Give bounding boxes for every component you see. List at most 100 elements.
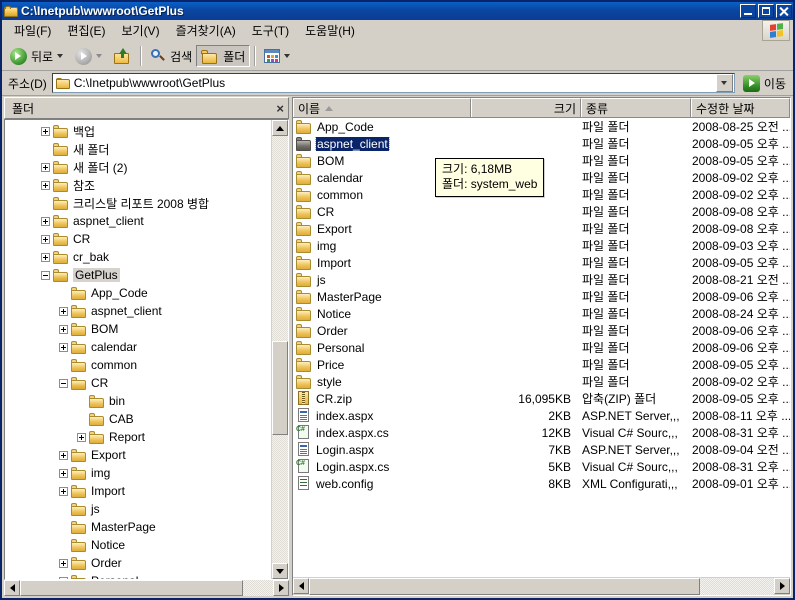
tree-item[interactable]: 백업 [5,122,271,140]
maximize-button[interactable] [758,4,774,18]
collapse-icon[interactable] [59,378,68,388]
menu-edit[interactable]: 편집(E) [59,20,113,41]
tree-item[interactable]: img [5,464,271,482]
table-row[interactable]: web.config 8KB XML Configurati,,, 2008-09-0… [293,475,790,492]
list-scroll-right-button[interactable] [774,578,790,594]
tree-item[interactable]: 참조 [5,176,271,194]
close-icon[interactable]: × [276,102,284,115]
tree-scroll-right-button[interactable] [273,580,289,596]
tree-item[interactable]: GetPlus [5,266,271,284]
table-row[interactable]: Price 파일 폴더 2008-09-05 오후 ... [293,356,790,373]
expand-icon[interactable] [59,450,68,460]
up-button[interactable] [110,45,136,67]
tree-horizontal-scrollbar[interactable] [4,580,289,596]
views-button[interactable] [260,45,298,67]
column-header-type[interactable]: 종류 [581,98,691,117]
expand-icon[interactable] [59,558,68,568]
tree-item[interactable]: Order [5,554,271,572]
table-row[interactable]: Login.aspx 7KB ASP.NET Server,,, 2008-09-04… [293,441,790,458]
tree-item[interactable]: 크리스탈 리포트 2008 병합 [5,194,271,212]
menu-tools[interactable]: 도구(T) [244,20,297,41]
address-input[interactable]: C:\Inetpub\wwwroot\GetPlus [51,73,735,93]
tree-item[interactable]: common [5,356,271,374]
table-row[interactable]: CR 파일 폴더 2008-09-08 오후 ... [293,203,790,220]
tree-item[interactable]: BOM [5,320,271,338]
expand-icon[interactable] [59,342,68,352]
list-scroll-left-button[interactable] [293,578,309,594]
forward-button[interactable] [71,45,110,67]
tree-item[interactable]: CR [5,374,271,392]
table-row[interactable]: CR.zip 16,095KB 압축(ZIP) 폴더 2008-09-05 오후 ..… [293,390,790,407]
column-header-name[interactable]: 이름 [293,98,471,117]
tree-item[interactable]: CAB [5,410,271,428]
tree-hscroll-thumb[interactable] [20,580,243,596]
expand-icon[interactable] [59,486,68,496]
table-row[interactable]: Login.aspx.cs 5KB Visual C# Sourc,,, 2008-0… [293,458,790,475]
expand-icon[interactable] [41,216,50,226]
tree-scroll-thumb[interactable] [272,340,288,435]
expand-icon[interactable] [41,234,50,244]
table-row[interactable]: Personal 파일 폴더 2008-09-06 오후 ... [293,339,790,356]
tree-item[interactable]: bin [5,392,271,410]
tree-scroll-down-button[interactable] [272,563,288,579]
tree-item[interactable]: Report [5,428,271,446]
menu-view[interactable]: 보기(V) [113,20,167,41]
views-dropdown-icon[interactable] [284,54,291,58]
folders-tree[interactable]: 백업 새 폴더 새 폴더 (2) 참조 크리스탈 리포트 2008 병합 aspnet_c… [5,120,271,579]
tree-item[interactable]: App_Code [5,284,271,302]
expand-icon[interactable] [41,126,50,136]
tree-item[interactable]: cr_bak [5,248,271,266]
expand-icon[interactable] [59,576,68,579]
tree-scroll-up-button[interactable] [272,120,288,136]
tree-item[interactable]: Notice [5,536,271,554]
column-header-date[interactable]: 수정한 날짜 [691,98,790,117]
table-row[interactable]: index.aspx 2KB ASP.NET Server,,, 2008-08-11… [293,407,790,424]
tree-scroll-track[interactable] [272,136,288,563]
tree-item[interactable]: 새 폴더 (2) [5,158,271,176]
tree-item[interactable]: MasterPage [5,518,271,536]
tree-item[interactable]: 새 폴더 [5,140,271,158]
forward-dropdown-icon[interactable] [96,54,103,58]
expand-icon[interactable] [41,252,50,262]
tree-item[interactable]: Export [5,446,271,464]
menu-help[interactable]: 도움말(H) [297,20,363,41]
column-header-size[interactable]: 크기 [471,98,581,117]
back-dropdown-icon[interactable] [57,54,64,58]
table-row[interactable]: js 파일 폴더 2008-08-21 오전 ... [293,271,790,288]
table-row[interactable]: Import 파일 폴더 2008-09-05 오후 ... [293,254,790,271]
menu-favorites[interactable]: 즐겨찾기(A) [168,20,244,41]
tree-item[interactable]: aspnet_client [5,302,271,320]
tree-vertical-scrollbar[interactable] [271,120,288,579]
tree-item[interactable]: Personal [5,572,271,579]
list-hscroll-track[interactable] [309,578,774,595]
tree-item[interactable]: Import [5,482,271,500]
folders-button[interactable]: 폴더 [196,45,251,67]
table-row[interactable]: aspnet_client 파일 폴더 2008-09-05 오후 ... [293,135,790,152]
expand-icon[interactable] [41,162,50,172]
menu-file[interactable]: 파일(F) [6,20,59,41]
table-row[interactable]: index.aspx.cs 12KB Visual C# Sourc,,, 2008-… [293,424,790,441]
expand-icon[interactable] [77,432,86,442]
list-hscroll-thumb[interactable] [309,578,700,595]
table-row[interactable]: App_Code 파일 폴더 2008-08-25 오전 ... [293,118,790,135]
list-horizontal-scrollbar[interactable] [293,577,790,595]
expand-icon[interactable] [59,306,68,316]
expand-icon[interactable] [59,324,68,334]
table-row[interactable]: img 파일 폴더 2008-09-03 오후 ... [293,237,790,254]
expand-icon[interactable] [59,468,68,478]
tree-item[interactable]: calendar [5,338,271,356]
collapse-icon[interactable] [41,270,50,280]
table-row[interactable]: style 파일 폴더 2008-09-02 오후 ... [293,373,790,390]
tree-item[interactable]: CR [5,230,271,248]
back-button[interactable]: 뒤로 [6,45,71,67]
table-row[interactable]: MasterPage 파일 폴더 2008-09-06 오후 ... [293,288,790,305]
go-button[interactable]: 이동 [739,72,790,94]
table-row[interactable]: Order 파일 폴더 2008-09-06 오후 ... [293,322,790,339]
minimize-button[interactable] [740,4,756,18]
tree-scroll-left-button[interactable] [4,580,20,596]
tree-item[interactable]: aspnet_client [5,212,271,230]
tree-item[interactable]: js [5,500,271,518]
address-dropdown-button[interactable] [715,74,733,92]
table-row[interactable]: Notice 파일 폴더 2008-08-24 오후 ... [293,305,790,322]
table-row[interactable]: Export 파일 폴더 2008-09-08 오후 ... [293,220,790,237]
